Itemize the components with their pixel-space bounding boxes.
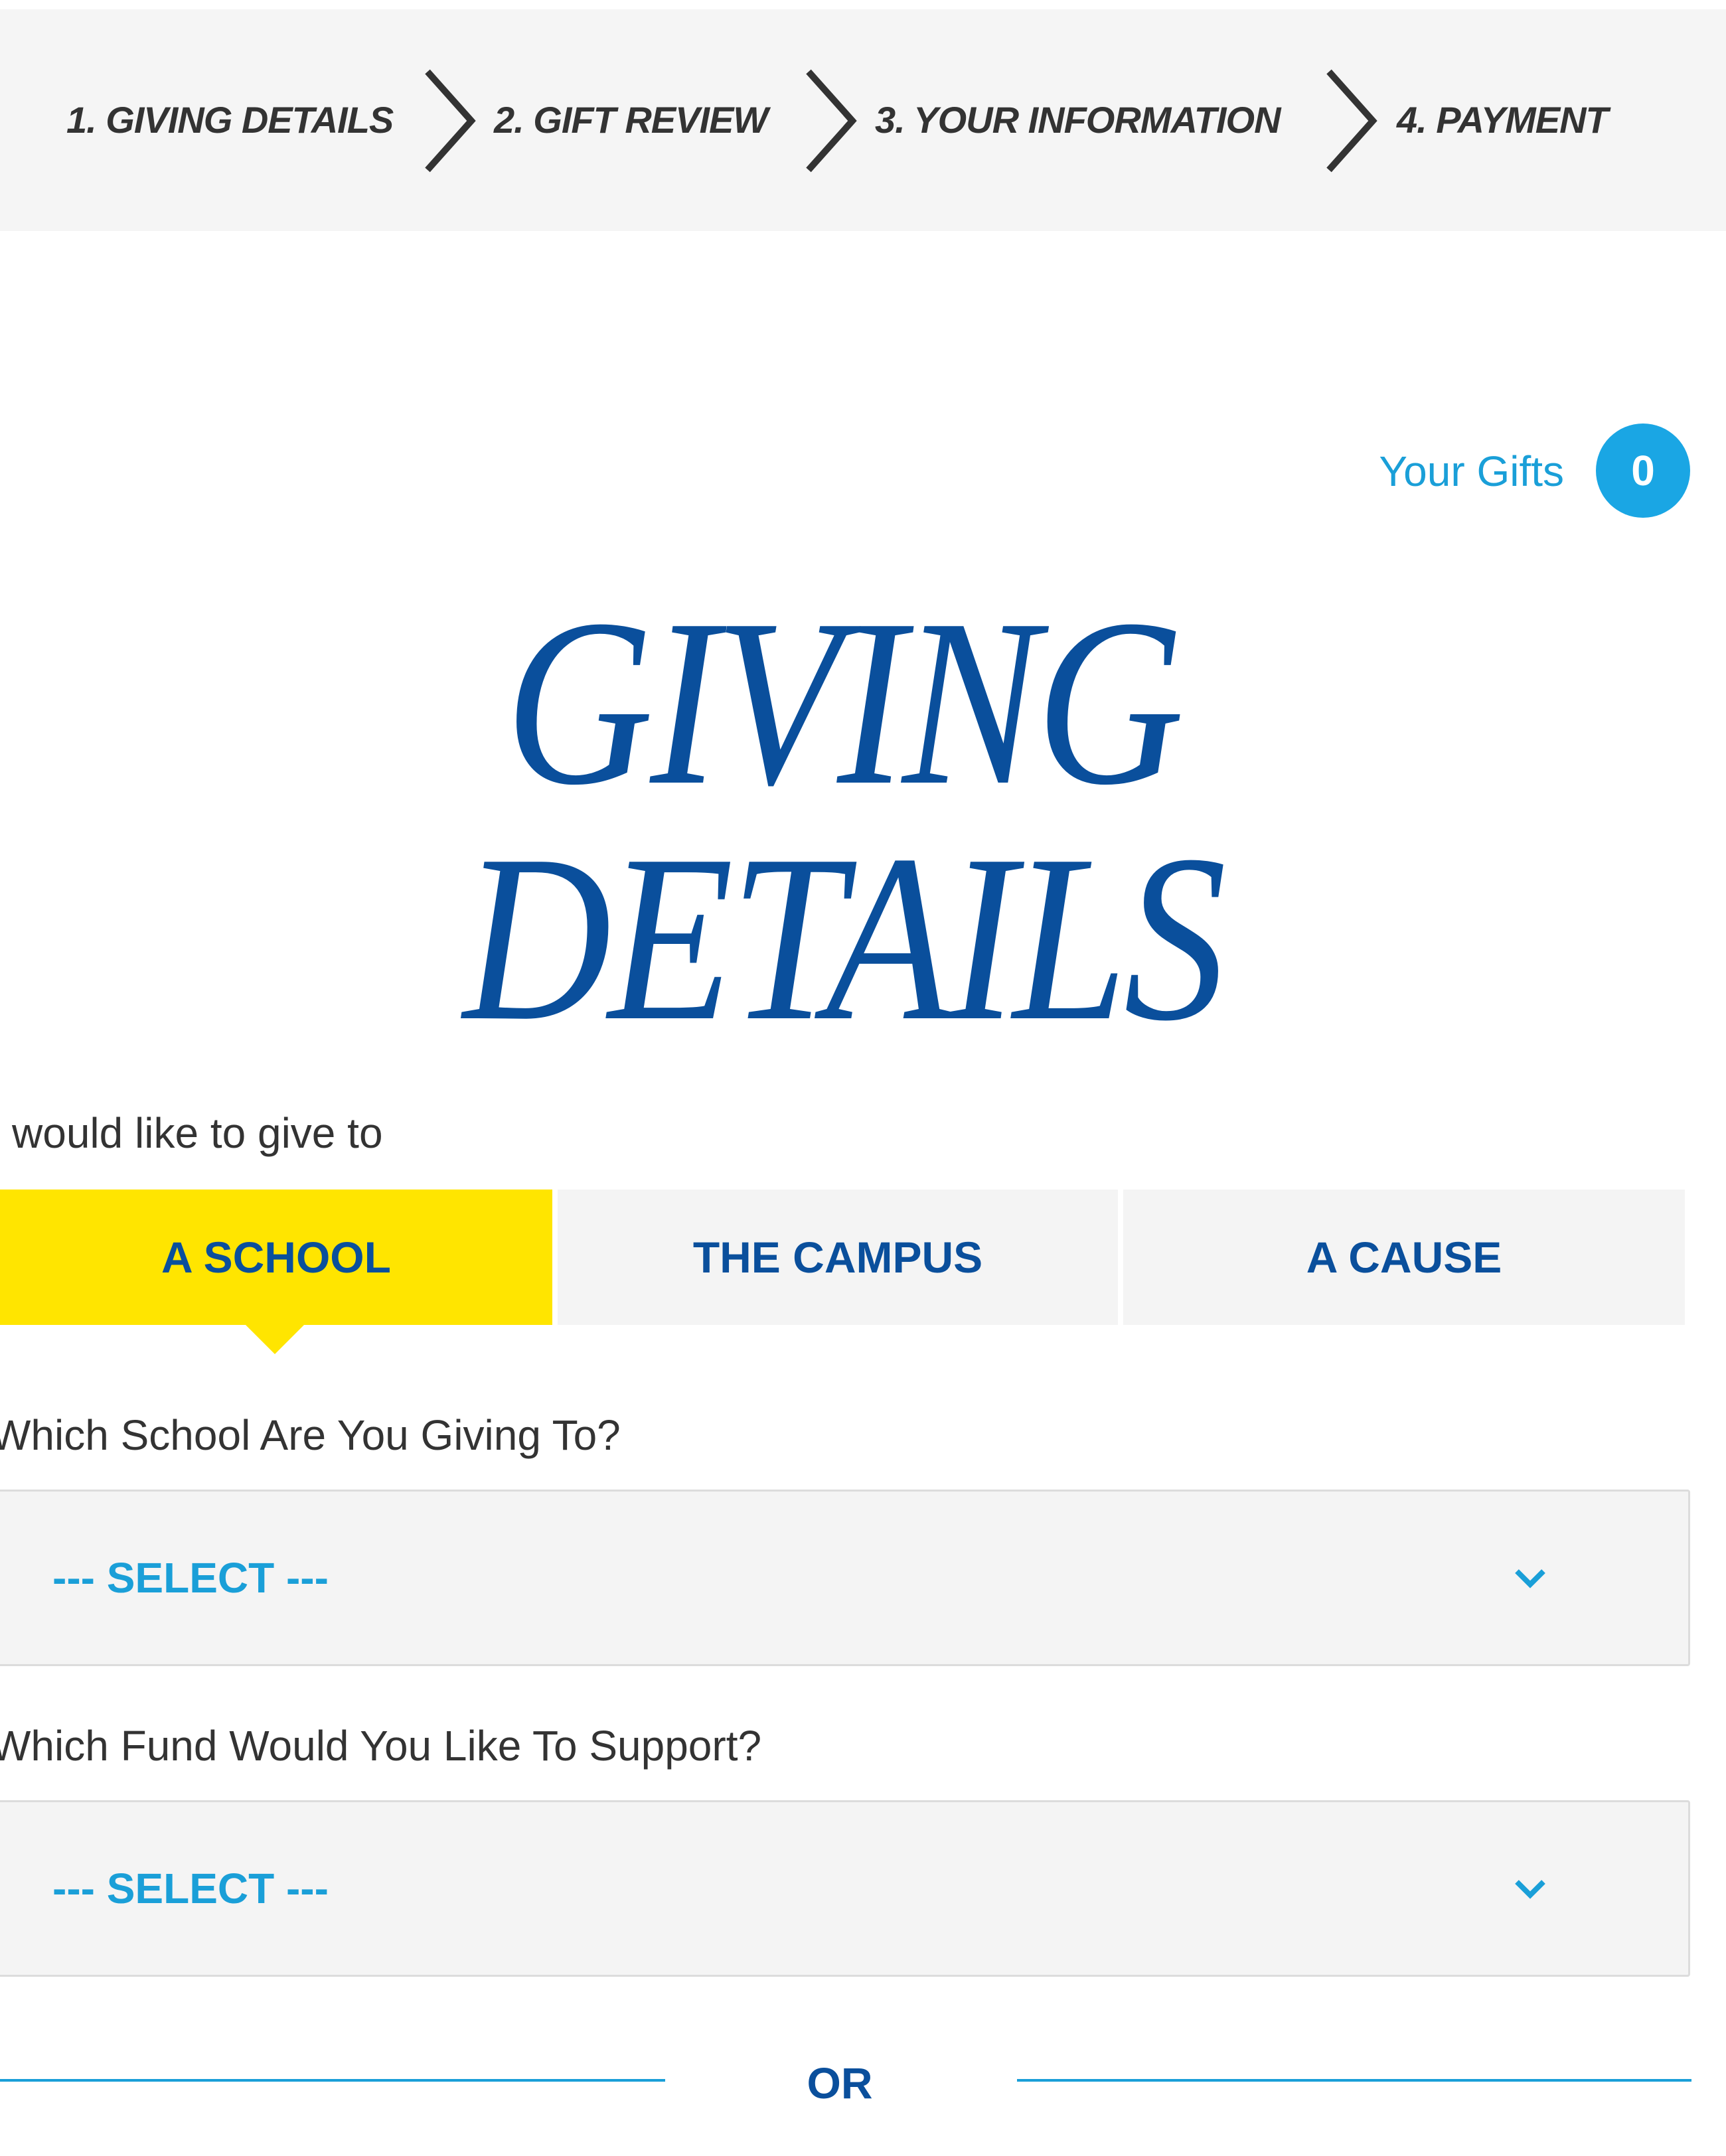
give-to-prompt: would like to give to	[12, 1109, 383, 1157]
divider-line-right	[1017, 2079, 1691, 2082]
step-your-information[interactable]: 3. YOUR INFORMATION	[875, 100, 1281, 141]
divider-line-left	[0, 2079, 665, 2082]
chevron-right-icon	[1326, 69, 1377, 173]
tab-a-school[interactable]: A SCHOOL	[0, 1190, 552, 1325]
your-gifts-link[interactable]: Your Gifts	[1379, 445, 1564, 498]
fund-field-label: Which Fund Would You Like To Support?	[0, 1722, 762, 1770]
chevron-right-icon	[806, 69, 857, 173]
tab-the-campus[interactable]: THE CAMPUS	[558, 1190, 1118, 1325]
step-payment[interactable]: 4. PAYMENT	[1397, 100, 1608, 141]
chevron-right-icon	[425, 69, 476, 173]
page-title: GIVING DETAILS	[118, 570, 1568, 1070]
school-field-label: Which School Are You Giving To?	[0, 1411, 621, 1459]
fund-select-value: --- SELECT ---	[52, 1865, 329, 1912]
school-select-value: --- SELECT ---	[52, 1554, 329, 1602]
fund-select[interactable]: --- SELECT ---	[0, 1800, 1690, 1977]
school-select[interactable]: --- SELECT ---	[0, 1490, 1690, 1666]
page-title-line-1: GIVING	[505, 570, 1184, 834]
page-title-line-2: DETAILS	[463, 805, 1226, 1070]
tab-a-cause[interactable]: A CAUSE	[1123, 1190, 1685, 1325]
or-divider-text: OR	[807, 2058, 873, 2108]
chevron-down-icon	[1515, 1569, 1545, 1588]
gifts-count-badge[interactable]: 0	[1596, 424, 1690, 518]
active-tab-pointer	[244, 1324, 305, 1354]
step-giving-details[interactable]: 1. GIVING DETAILS	[66, 100, 394, 141]
step-gift-review[interactable]: 2. GIFT REVIEW	[494, 100, 768, 141]
chevron-down-icon	[1515, 1880, 1545, 1899]
checkout-steps-bar: 1. GIVING DETAILS 2. GIFT REVIEW 3. YOUR…	[0, 9, 1726, 231]
